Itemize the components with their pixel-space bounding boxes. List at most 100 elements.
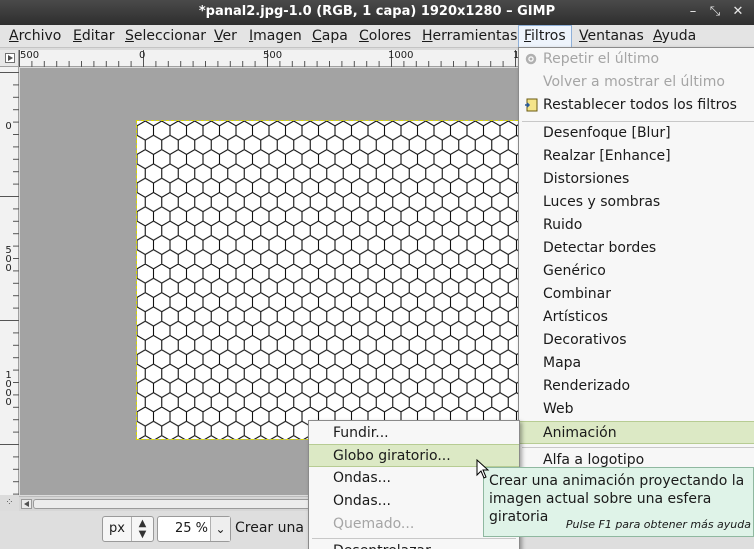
menu-herramientas-label: Herramientas bbox=[422, 28, 518, 44]
image-honeycomb bbox=[136, 120, 538, 440]
unit-value: px bbox=[109, 521, 125, 536]
gear-icon bbox=[525, 53, 537, 65]
menu-item-label: Renderizado bbox=[543, 378, 631, 394]
menu-item-label: Web bbox=[543, 401, 574, 417]
menu-item-label: Animación bbox=[543, 425, 617, 441]
submenu-combine[interactable]: Combinar bbox=[519, 283, 754, 306]
reset-filters-icon bbox=[525, 98, 538, 112]
menu-imagen[interactable]: Imagen bbox=[244, 25, 307, 48]
menu-item-label: Distorsiones bbox=[543, 171, 630, 187]
menu-colores[interactable]: Colores bbox=[354, 25, 416, 48]
tooltip: Crear una animación proyectando la image… bbox=[483, 467, 754, 537]
menu-ver[interactable]: Ver bbox=[209, 25, 242, 48]
menu-filtros-label: Filtros bbox=[524, 28, 566, 44]
submenu-light-shadow[interactable]: Luces y sombras bbox=[519, 191, 754, 214]
submenu-noise[interactable]: Ruido bbox=[519, 214, 754, 237]
scroll-left-icon[interactable] bbox=[21, 499, 32, 509]
menu-seleccionar[interactable]: Seleccionar bbox=[120, 25, 211, 48]
menu-ayuda[interactable]: Ayuda bbox=[648, 25, 701, 48]
menu-item-blend[interactable]: Fundir... bbox=[309, 422, 519, 445]
menu-item-label: Ruido bbox=[543, 217, 583, 233]
filters-menu: Repetir el último Volver a mostrar el úl… bbox=[518, 47, 754, 477]
menu-item-label: Genérico bbox=[543, 263, 606, 279]
unit-selector[interactable]: px ▲ ▼ bbox=[102, 516, 154, 542]
menu-item-label: Fundir... bbox=[333, 425, 389, 441]
menu-archivo-label: Archivo bbox=[9, 28, 62, 44]
menu-item-deinterlace[interactable]: Desentrelazar... bbox=[309, 540, 519, 549]
chevron-down-icon[interactable]: ⌄ bbox=[210, 517, 230, 541]
menu-capa[interactable]: Capa bbox=[307, 25, 353, 48]
submenu-decor[interactable]: Decorativos bbox=[519, 329, 754, 352]
menu-ventanas[interactable]: Ventanas bbox=[574, 25, 649, 48]
submenu-map[interactable]: Mapa bbox=[519, 352, 754, 375]
submenu-enhance[interactable]: Realzar [Enhance] bbox=[519, 145, 754, 168]
menu-item-repeat-last[interactable]: Repetir el último bbox=[519, 48, 754, 71]
menu-filtros[interactable]: Filtros bbox=[518, 25, 572, 48]
menu-item-label: Combinar bbox=[543, 286, 611, 302]
menu-herramientas[interactable]: Herramientas bbox=[417, 25, 522, 48]
menu-bar: Archivo Editar Seleccionar Ver Imagen Ca… bbox=[0, 25, 754, 48]
window-title: *panal2.jpg-1.0 (RGB, 1 capa) 1920x1280 … bbox=[198, 4, 556, 19]
ruler-label: 500 bbox=[5, 245, 12, 274]
submenu-animation[interactable]: Animación bbox=[519, 421, 754, 444]
spin-arrows-icon[interactable]: ▲ ▼ bbox=[131, 517, 153, 541]
gimp-window: *panal2.jpg-1.0 (RGB, 1 capa) 1920x1280 … bbox=[0, 0, 754, 549]
minimize-button[interactable]: – bbox=[684, 3, 702, 21]
menu-ayuda-label: Ayuda bbox=[653, 28, 697, 44]
menu-item-label: Realzar [Enhance] bbox=[543, 148, 671, 164]
menu-ver-label: Ver bbox=[214, 28, 237, 44]
menu-imagen-label: Imagen bbox=[249, 28, 302, 44]
menu-editar[interactable]: Editar bbox=[68, 25, 119, 48]
menu-item-label: Mapa bbox=[543, 355, 582, 371]
menu-item-label: Ondas... bbox=[333, 470, 392, 486]
status-message: Crear una a bbox=[235, 520, 317, 536]
menu-item-label: Repetir el último bbox=[543, 51, 660, 67]
menu-item-label: Restablecer todos los filtros bbox=[543, 97, 737, 113]
ruler-label: 0 bbox=[5, 121, 12, 132]
menu-item-label: Decorativos bbox=[543, 332, 627, 348]
ruler-label: 500 bbox=[20, 50, 40, 61]
menu-item-reshow-last[interactable]: Volver a mostrar el último bbox=[519, 71, 754, 94]
zoom-value: 25 % bbox=[174, 521, 208, 536]
ruler-label: 1000 bbox=[5, 370, 12, 408]
scrollbar-thumb[interactable] bbox=[33, 499, 323, 509]
menu-archivo[interactable]: Archivo bbox=[4, 25, 66, 48]
close-button[interactable]: ✕ bbox=[729, 3, 747, 21]
menu-item-label: Ondas... bbox=[333, 493, 392, 509]
menu-separator bbox=[312, 538, 516, 539]
submenu-edge-detect[interactable]: Detectar bordes bbox=[519, 237, 754, 260]
menu-item-label: Globo giratorio... bbox=[333, 448, 451, 464]
submenu-web[interactable]: Web bbox=[519, 398, 754, 421]
title-bar[interactable]: *panal2.jpg-1.0 (RGB, 1 capa) 1920x1280 … bbox=[0, 0, 754, 25]
submenu-artistic[interactable]: Artísticos bbox=[519, 306, 754, 329]
menu-arrow-icon bbox=[5, 53, 15, 63]
mouse-pointer-icon bbox=[476, 459, 490, 479]
menu-item-label: Desentrelazar... bbox=[333, 540, 443, 549]
menu-item-reset-filters[interactable]: Restablecer todos los filtros bbox=[519, 94, 754, 117]
menu-item-label: Quemado... bbox=[333, 516, 415, 532]
menu-ventanas-label: Ventanas bbox=[579, 28, 644, 44]
ruler-label: 0 bbox=[139, 50, 146, 61]
menu-editar-label: Editar bbox=[73, 28, 115, 44]
ruler-label: 500 bbox=[263, 50, 283, 61]
tooltip-hint: Pulse F1 para obtener más ayuda bbox=[565, 518, 751, 531]
submenu-distorts[interactable]: Distorsiones bbox=[519, 168, 754, 191]
vertical-ruler[interactable]: 0 500 1000 bbox=[0, 67, 19, 495]
menu-seleccionar-label: Seleccionar bbox=[125, 28, 207, 44]
menu-item-label: Desenfoque [Blur] bbox=[543, 125, 671, 141]
menu-separator bbox=[522, 447, 754, 448]
menu-item-label: Detectar bordes bbox=[543, 240, 657, 256]
submenu-render[interactable]: Renderizado bbox=[519, 375, 754, 398]
zoom-selector[interactable]: 25 % ⌄ bbox=[157, 516, 231, 542]
quick-mask-toggle[interactable] bbox=[0, 50, 19, 67]
navigation-icon[interactable]: ⁘ bbox=[0, 496, 19, 511]
menu-item-label: Luces y sombras bbox=[543, 194, 661, 210]
ruler-label: 1000 bbox=[388, 50, 414, 61]
submenu-blur[interactable]: Desenfoque [Blur] bbox=[519, 122, 754, 145]
menu-item-label: Volver a mostrar el último bbox=[543, 74, 725, 90]
honeycomb-pattern bbox=[137, 121, 537, 439]
menu-capa-label: Capa bbox=[312, 28, 348, 44]
submenu-generic[interactable]: Genérico bbox=[519, 260, 754, 283]
menu-item-label: Artísticos bbox=[543, 309, 608, 325]
maximize-button[interactable]: ⤡ bbox=[706, 3, 724, 21]
